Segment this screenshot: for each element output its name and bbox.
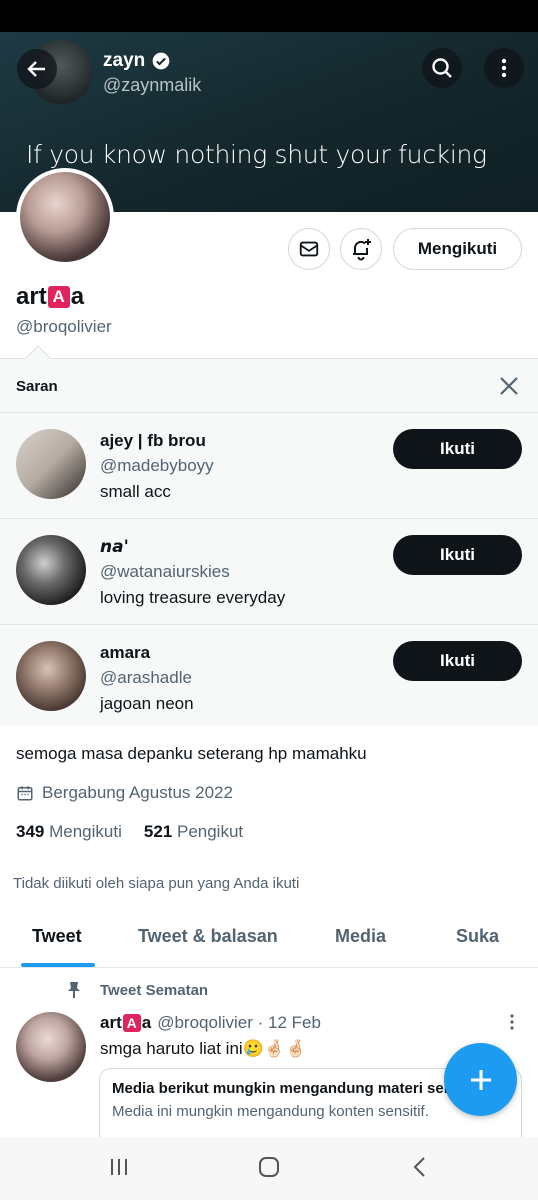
suggestion-handle: @watanaiurskies [100,562,230,581]
close-suggestions-button[interactable] [496,373,522,399]
tweet-menu-button[interactable] [505,1012,519,1037]
tab-likes[interactable]: Suka [456,926,499,947]
follow-button[interactable]: Ikuti [393,641,522,681]
back-button[interactable] [17,49,57,89]
followers-label: Pengikut [176,822,244,841]
a-badge: A [122,1014,141,1032]
tweet-author-suffix: a [141,1013,152,1032]
sensitive-description: Media ini mungkin mengandung konten sens… [112,1103,429,1120]
more-options-button[interactable] [484,48,524,88]
following-button[interactable]: Mengikuti [393,228,522,270]
search-icon [432,58,452,78]
tab-tweet[interactable]: Tweet [32,926,82,947]
tweet-author-prefix: art [100,1013,122,1032]
suggestion-name: 𝙣𝙖' [100,537,129,557]
suggestion-name: amara [100,643,151,662]
follow-button[interactable]: Ikuti [393,535,522,575]
suggestion-item[interactable]: 𝙣𝙖' @watanaiurskies loving treasure ever… [0,518,538,624]
more-vertical-icon [510,1014,514,1030]
pinned-label: Tweet Sematan [66,981,208,999]
compose-tweet-button[interactable] [444,1043,517,1116]
message-button[interactable] [288,228,330,270]
suggestion-name: ajey | fb brou [100,431,206,450]
recent-apps-button[interactable] [107,1155,131,1184]
back-nav-button[interactable] [408,1155,432,1184]
profile-tabs: Tweet Tweet & balasan Media Suka [0,912,538,968]
arrow-left-icon [27,61,45,77]
tweet-handle-date: @broqolivier · 12 Feb [157,1013,321,1032]
suggestion-bio: small acc [100,482,171,501]
tweet-author: art A a [100,1013,151,1033]
suggestions-title: Saran [16,378,58,395]
tweet-header: art A a @broqolivier · 12 Feb [100,1013,321,1033]
display-name-prefix: art [16,283,47,310]
display-name-suffix: a [70,283,85,310]
suggestion-avatar [16,535,86,605]
active-tab-indicator [21,963,95,967]
suggestion-bio: jagoan neon [100,694,194,713]
followed-by-text: Tidak diikuti oleh siapa pun yang Anda i… [13,875,300,892]
profile-handle: @broqolivier [16,317,112,336]
joined-date: Bergabung Agustus 2022 [16,783,233,803]
pin-icon [68,982,80,998]
home-button[interactable] [257,1155,281,1184]
followers-stat[interactable]: 521 Pengikut [144,822,243,842]
header-name: zayn [103,50,171,72]
profile-avatar[interactable] [16,168,114,266]
chevron-left-icon [413,1157,425,1177]
suggestion-handle: @madebyboyy [100,456,214,475]
status-bar [0,0,538,32]
mail-icon [299,241,319,257]
profile-bio: semoga masa depanku seterang hp mamahku [16,744,367,763]
notifications-button[interactable] [340,228,382,270]
search-button[interactable] [422,48,462,88]
suggestion-handle: @arashadle [100,668,192,687]
follow-button[interactable]: Ikuti [393,429,522,469]
display-name: art A a [16,283,84,311]
system-nav-bar [0,1137,538,1200]
suggestion-item[interactable]: ajey | fb brou @madebyboyy small acc Iku… [0,412,538,518]
bell-plus-icon [353,239,371,261]
following-count: 349 [16,822,45,841]
pinned-label-text: Tweet Sematan [100,981,209,999]
a-badge: A [47,286,70,308]
header-handle: @zaynmalik [103,75,202,95]
joined-text: Bergabung Agustus 2022 [42,783,233,802]
home-icon [259,1157,279,1177]
following-label: Mengikuti [49,822,122,841]
suggestion-avatar [16,641,86,711]
suggestions-panel: Saran ajey | fb brou @madebyboyy small a… [0,358,538,726]
tab-tweet-replies[interactable]: Tweet & balasan [138,926,278,947]
follow-stats: 349 Mengikuti 521 Pengikut [16,822,243,842]
following-stat[interactable]: 349 Mengikuti [16,822,122,842]
followers-count: 521 [143,822,173,841]
tab-media[interactable]: Media [335,926,386,947]
banner-text: If you know nothing shut your fucking [26,140,487,169]
header-name-text: zayn [103,50,146,71]
suggestion-item[interactable]: amara @arashadle jagoan neon Ikuti [0,624,538,730]
suggestion-bio: loving treasure everyday [100,588,286,607]
tweet-text: smga haruto liat ini🥲🤞🏻🤞🏻 [100,1039,307,1058]
more-vertical-icon [501,58,507,78]
tweet-avatar[interactable] [16,1012,86,1082]
close-icon [500,377,518,395]
plus-icon [470,1069,491,1090]
suggestion-avatar [16,429,86,499]
recent-apps-icon [111,1159,127,1175]
verified-icon [152,52,170,70]
calendar-icon [17,786,33,801]
